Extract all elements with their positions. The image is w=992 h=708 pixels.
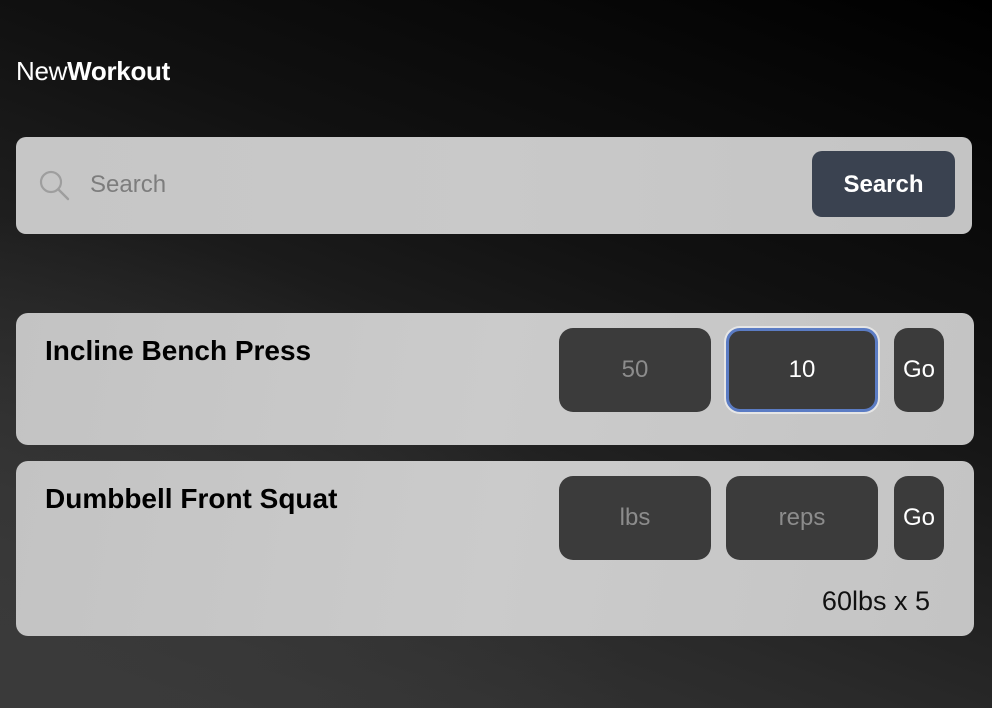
exercise-card: Incline Bench Press Go [16,313,974,445]
page-title: NewWorkout [16,56,170,86]
go-button[interactable]: Go [894,328,944,412]
go-button[interactable]: Go [894,476,944,560]
page-title-prefix: New [16,56,68,86]
exercise-card: Dumbbell Front Squat Go 60lbs x 5 [16,461,974,636]
reps-input[interactable] [726,476,878,560]
reps-input[interactable] [726,328,878,412]
exercise-name: Incline Bench Press [45,335,312,366]
exercise-name: Dumbbell Front Squat [45,483,338,514]
page-title-bold: Workout [67,56,170,86]
search-icon [39,170,70,201]
search-bar: Search [16,137,972,234]
search-button[interactable]: Search [812,151,955,217]
search-input[interactable] [90,165,790,205]
last-set-history: 60lbs x 5 [821,586,930,616]
weight-input[interactable] [559,476,711,560]
weight-input[interactable] [559,328,711,412]
